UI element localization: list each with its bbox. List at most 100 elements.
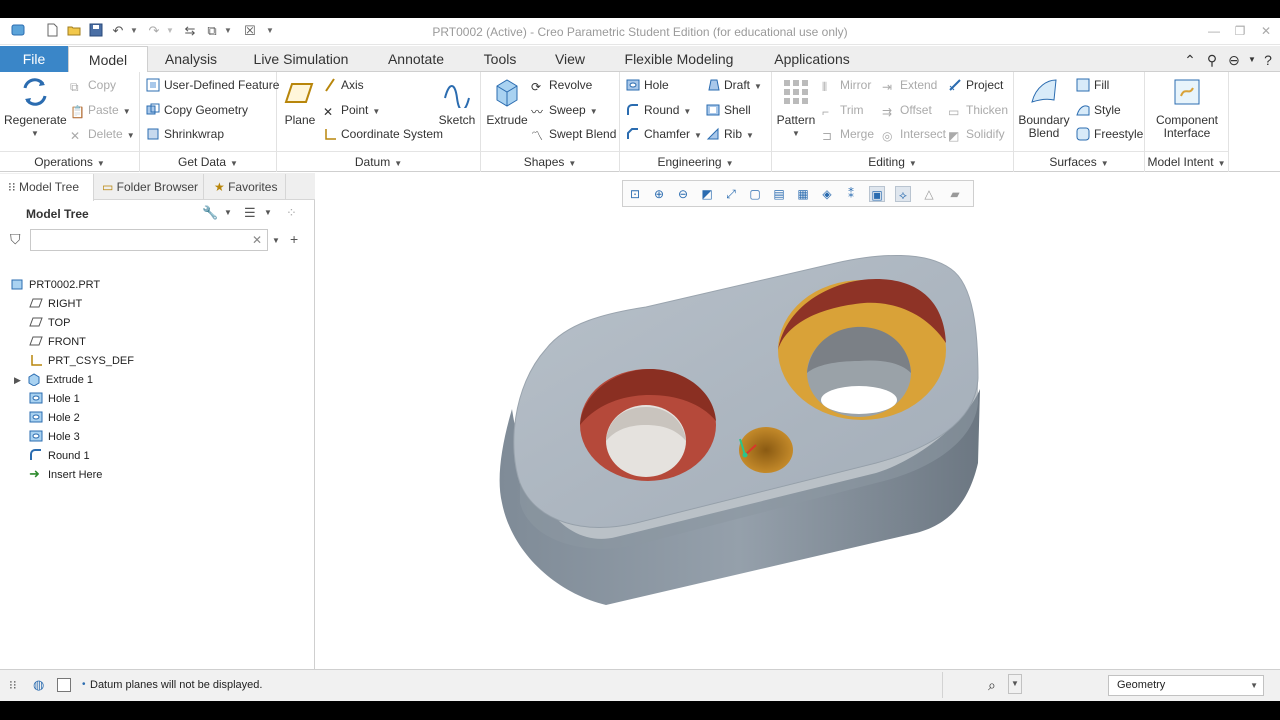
show-list-icon[interactable]: ☰ <box>244 205 256 221</box>
sweep-dropdown-icon[interactable]: ▼ <box>590 107 598 116</box>
countersink-hole[interactable] <box>580 369 716 481</box>
tab-model[interactable]: Model <box>68 46 148 73</box>
tree-item-front[interactable]: FRONT <box>29 333 86 351</box>
chamfer-button[interactable]: Chamfer ▼ <box>626 125 702 143</box>
tab-flexible-modeling[interactable]: Flexible Modeling <box>608 46 750 72</box>
operations-dropdown-icon[interactable]: ▼ <box>97 159 105 168</box>
thicken-button[interactable]: ▭ Thicken <box>948 101 1008 119</box>
tab-live-simulation[interactable]: Live Simulation <box>240 46 362 72</box>
freestyle-button[interactable]: Freestyle <box>1076 125 1143 143</box>
tree-item-round-1[interactable]: Round 1 <box>29 447 90 465</box>
settings-dropdown-icon[interactable]: ▼ <box>224 208 232 217</box>
operations-group-label[interactable]: Operations ▼ <box>0 154 139 170</box>
tree-item-right[interactable]: RIGHT <box>29 295 82 313</box>
extend-button[interactable]: ⇥ Extend <box>882 76 937 94</box>
fill-button[interactable]: Fill <box>1076 76 1109 94</box>
surfaces-dropdown-icon[interactable]: ▼ <box>1101 159 1109 168</box>
help-dropdown-icon[interactable]: ▼ <box>1244 52 1260 68</box>
boundary-blend-button[interactable]: Boundary Blend <box>1016 76 1072 140</box>
pattern-button[interactable]: Pattern ▼ <box>774 76 818 140</box>
tree-filter-settings-icon[interactable]: ⁘ <box>286 205 297 221</box>
surfaces-group-label[interactable]: Surfaces ▼ <box>1014 154 1144 170</box>
search-icon[interactable]: ⚲ <box>1204 52 1220 68</box>
editing-group-label[interactable]: Editing ▼ <box>772 154 1013 170</box>
point-dropdown-icon[interactable]: ▼ <box>372 107 380 116</box>
get-data-group-label[interactable]: Get Data ▼ <box>140 154 276 170</box>
minimize-ribbon-icon[interactable]: ⌃ <box>1182 52 1198 68</box>
project-button[interactable]: Project <box>948 76 1003 94</box>
chamfer-dropdown-icon[interactable]: ▼ <box>694 131 702 140</box>
small-hole[interactable] <box>739 427 793 473</box>
tab-folder-browser[interactable]: ▭ Folder Browser <box>94 174 204 200</box>
shrinkwrap-button[interactable]: Shrinkwrap <box>146 125 224 143</box>
add-filter-icon[interactable]: + <box>290 231 298 247</box>
engineering-group-label[interactable]: Engineering ▼ <box>620 154 771 170</box>
tree-root[interactable]: PRT0002.PRT <box>10 276 100 294</box>
model-intent-dropdown-icon[interactable]: ▼ <box>1218 159 1226 168</box>
tree-item-hole-2[interactable]: Hole 2 <box>29 409 80 427</box>
engineering-dropdown-icon[interactable]: ▼ <box>726 159 734 168</box>
regenerate-dropdown-icon[interactable]: ▼ <box>4 127 66 140</box>
help-icon[interactable]: ? <box>1260 52 1276 68</box>
get-data-dropdown-icon[interactable]: ▼ <box>230 159 238 168</box>
expand-arrow-icon[interactable]: ▶ <box>14 375 21 385</box>
hole-button[interactable]: Hole <box>626 76 669 94</box>
minimize-icon[interactable]: — <box>1206 23 1222 39</box>
tree-item-top[interactable]: TOP <box>29 314 70 332</box>
tab-tools[interactable]: Tools <box>470 46 530 72</box>
sketch-button[interactable]: Sketch <box>437 76 477 127</box>
rib-button[interactable]: Rib ▼ <box>706 125 754 143</box>
regenerate-button[interactable]: Regenerate ▼ <box>4 76 67 140</box>
show-dropdown-icon[interactable]: ▼ <box>264 208 272 217</box>
tree-item-insert-here[interactable]: ➜ Insert Here <box>29 466 102 484</box>
copy-geometry-button[interactable]: Copy Geometry <box>146 101 248 119</box>
tree-search-input[interactable] <box>30 229 268 251</box>
round-dropdown-icon[interactable]: ▼ <box>683 107 691 116</box>
counterbore-hole[interactable] <box>778 279 946 420</box>
shapes-dropdown-icon[interactable]: ▼ <box>568 159 576 168</box>
help-center-icon[interactable]: ⊖ <box>1226 52 1242 68</box>
merge-button[interactable]: ⊐ Merge <box>822 125 874 143</box>
settings-icon[interactable]: 🔧 <box>202 205 218 221</box>
search-dropdown-icon[interactable]: ▼ <box>272 236 280 245</box>
trim-button[interactable]: ⌐ Trim <box>822 101 864 119</box>
intersect-button[interactable]: ◎ Intersect <box>882 125 946 143</box>
style-button[interactable]: Style <box>1076 101 1121 119</box>
tab-view[interactable]: View <box>540 46 600 72</box>
restore-icon[interactable]: ❐ <box>1232 23 1248 39</box>
draft-button[interactable]: Draft ▼ <box>706 76 762 94</box>
part-model[interactable] <box>316 173 1280 669</box>
draft-dropdown-icon[interactable]: ▼ <box>754 82 762 91</box>
find-dropdown-icon[interactable]: ▼ <box>1008 674 1022 694</box>
datum-dropdown-icon[interactable]: ▼ <box>394 159 402 168</box>
shell-button[interactable]: Shell <box>706 101 751 119</box>
tree-item-csys[interactable]: PRT_CSYS_DEF <box>29 352 134 370</box>
model-intent-group-label[interactable]: Model Intent ▼ <box>1145 154 1228 170</box>
tab-analysis[interactable]: Analysis <box>150 46 232 72</box>
tab-applications[interactable]: Applications <box>758 46 866 72</box>
extrude-button[interactable]: Extrude <box>485 76 529 127</box>
point-button[interactable]: ✕ Point ▼ <box>323 101 380 119</box>
full-screen-icon[interactable] <box>57 678 71 692</box>
tab-model-tree[interactable]: ⁝⁝ Model Tree <box>0 174 94 201</box>
sweep-button[interactable]: 〰 Sweep ▼ <box>531 101 598 119</box>
swept-blend-button[interactable]: 〽 Swept Blend <box>531 125 616 143</box>
axis-button[interactable]: Axis <box>323 76 364 94</box>
solidify-button[interactable]: ◩ Solidify <box>948 125 1005 143</box>
paste-button[interactable]: 📋 Paste ▼ <box>70 101 131 119</box>
tab-favorites[interactable]: ★ Favorites <box>204 174 286 200</box>
close-icon[interactable]: ✕ <box>1258 23 1274 39</box>
delete-dropdown-icon[interactable]: ▼ <box>127 131 135 140</box>
tree-item-extrude[interactable]: ▶ Extrude 1 <box>14 371 93 389</box>
tab-annotate[interactable]: Annotate <box>370 46 462 72</box>
round-button[interactable]: Round ▼ <box>626 101 691 119</box>
copy-button[interactable]: ⧉ Copy <box>70 76 116 94</box>
delete-button[interactable]: ✕ Delete ▼ <box>70 125 135 143</box>
pattern-dropdown-icon[interactable]: ▼ <box>774 127 818 140</box>
tree-item-hole-1[interactable]: Hole 1 <box>29 390 80 408</box>
shapes-group-label[interactable]: Shapes ▼ <box>481 154 619 170</box>
user-defined-feature-button[interactable]: User-Defined Feature <box>146 76 279 94</box>
datum-group-label[interactable]: Datum ▼ <box>277 154 480 170</box>
paste-dropdown-icon[interactable]: ▼ <box>123 107 131 116</box>
offset-button[interactable]: ⇉ Offset <box>882 101 932 119</box>
